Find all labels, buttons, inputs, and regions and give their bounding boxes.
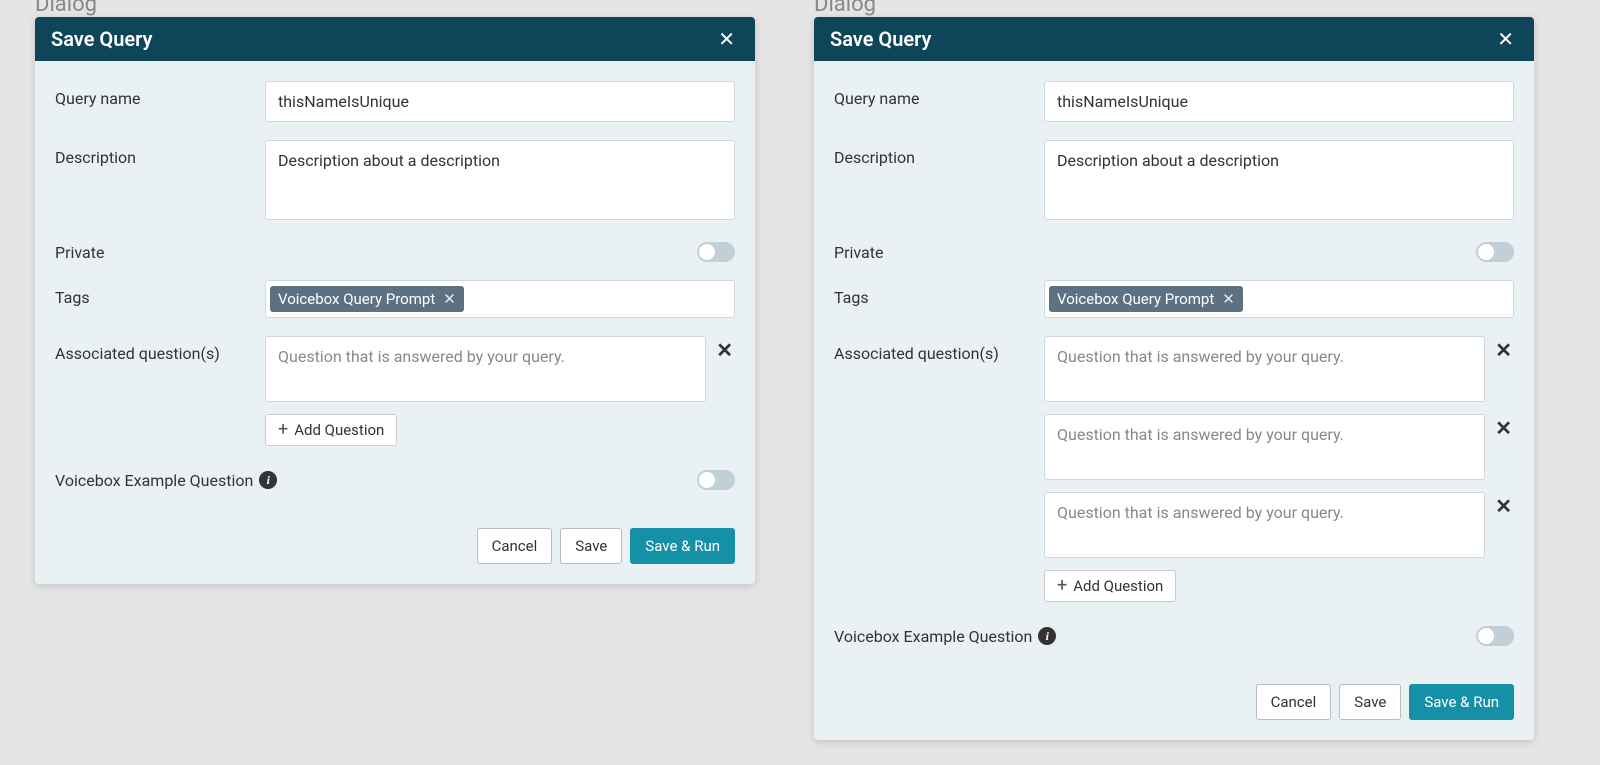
voicebox-row: Voicebox Example Question i <box>55 470 735 490</box>
query-name-label: Query name <box>55 81 265 108</box>
plus-icon: + <box>1057 577 1067 595</box>
voicebox-toggle[interactable] <box>697 470 735 490</box>
tag-label: Voicebox Query Prompt <box>1057 290 1214 308</box>
voicebox-label-wrap: Voicebox Example Question i <box>834 627 1056 646</box>
question-input[interactable] <box>265 336 706 402</box>
question-input[interactable] <box>1044 492 1485 558</box>
plus-icon: + <box>278 421 288 439</box>
tag-remove-icon[interactable]: ✕ <box>1222 292 1235 307</box>
tags-label: Tags <box>55 280 265 307</box>
associated-questions-label: Associated question(s) <box>55 336 265 363</box>
save-button[interactable]: Save <box>560 528 622 564</box>
add-question-button[interactable]: + Add Question <box>265 414 397 446</box>
description-row: Description <box>55 140 735 224</box>
description-label: Description <box>834 140 1044 167</box>
close-icon[interactable]: ✕ <box>1493 29 1518 49</box>
private-toggle[interactable] <box>1476 242 1514 262</box>
tags-label: Tags <box>834 280 1044 307</box>
question-remove-icon[interactable]: ✕ <box>1493 414 1514 442</box>
voicebox-label-wrap: Voicebox Example Question i <box>55 471 277 490</box>
private-toggle[interactable] <box>697 242 735 262</box>
query-name-input[interactable] <box>1044 81 1514 122</box>
question-remove-icon[interactable]: ✕ <box>714 336 735 364</box>
close-icon[interactable]: ✕ <box>714 29 739 49</box>
question-row: ✕ <box>1044 414 1514 480</box>
associated-questions-row: Associated question(s) ✕ ✕ ✕ + Add Quest… <box>834 336 1514 602</box>
dialog-header: Save Query ✕ <box>35 17 755 61</box>
tags-row: Tags Voicebox Query Prompt ✕ <box>834 280 1514 318</box>
dialog-footer: Cancel Save Save & Run <box>814 684 1534 740</box>
voicebox-row: Voicebox Example Question i <box>834 626 1514 646</box>
dialog-body: Query name Description Private Tags Voic… <box>35 61 755 528</box>
save-query-dialog: Save Query ✕ Query name Description Priv… <box>814 17 1534 740</box>
cancel-button[interactable]: Cancel <box>1256 684 1332 720</box>
private-row: Private <box>55 242 735 262</box>
cancel-button[interactable]: Cancel <box>477 528 553 564</box>
dialog-title: Save Query <box>830 27 931 51</box>
save-button[interactable]: Save <box>1339 684 1401 720</box>
tags-input[interactable]: Voicebox Query Prompt ✕ <box>1044 280 1514 318</box>
voicebox-label: Voicebox Example Question <box>55 471 253 490</box>
page-label: Dialog <box>35 0 97 17</box>
question-row: ✕ <box>1044 492 1514 558</box>
add-question-button[interactable]: + Add Question <box>1044 570 1176 602</box>
question-row: ✕ <box>1044 336 1514 402</box>
save-run-button[interactable]: Save & Run <box>1409 684 1514 720</box>
dialog-body: Query name Description Private Tags Voic… <box>814 61 1534 684</box>
tag-chip: Voicebox Query Prompt ✕ <box>270 286 464 312</box>
private-label: Private <box>834 243 1044 262</box>
associated-questions-row: Associated question(s) ✕ + Add Question <box>55 336 735 446</box>
question-input[interactable] <box>1044 414 1485 480</box>
add-question-label: Add Question <box>294 421 384 439</box>
info-icon[interactable]: i <box>259 471 277 489</box>
private-row: Private <box>834 242 1514 262</box>
voicebox-toggle[interactable] <box>1476 626 1514 646</box>
voicebox-label: Voicebox Example Question <box>834 627 1032 646</box>
private-label: Private <box>55 243 265 262</box>
tags-input[interactable]: Voicebox Query Prompt ✕ <box>265 280 735 318</box>
query-name-label: Query name <box>834 81 1044 108</box>
question-row: ✕ <box>265 336 735 402</box>
tag-chip: Voicebox Query Prompt ✕ <box>1049 286 1243 312</box>
description-row: Description <box>834 140 1514 224</box>
tags-row: Tags Voicebox Query Prompt ✕ <box>55 280 735 318</box>
dialog-header: Save Query ✕ <box>814 17 1534 61</box>
query-name-row: Query name <box>55 81 735 122</box>
tag-remove-icon[interactable]: ✕ <box>443 292 456 307</box>
question-remove-icon[interactable]: ✕ <box>1493 492 1514 520</box>
description-input[interactable] <box>1044 140 1514 220</box>
associated-questions-label: Associated question(s) <box>834 336 1044 363</box>
description-label: Description <box>55 140 265 167</box>
page-label: Dialog <box>814 0 876 17</box>
query-name-row: Query name <box>834 81 1514 122</box>
save-query-dialog: Save Query ✕ Query name Description Priv… <box>35 17 755 584</box>
question-remove-icon[interactable]: ✕ <box>1493 336 1514 364</box>
dialog-title: Save Query <box>51 27 152 51</box>
add-question-label: Add Question <box>1073 577 1163 595</box>
save-run-button[interactable]: Save & Run <box>630 528 735 564</box>
query-name-input[interactable] <box>265 81 735 122</box>
tag-label: Voicebox Query Prompt <box>278 290 435 308</box>
dialog-footer: Cancel Save Save & Run <box>35 528 755 584</box>
info-icon[interactable]: i <box>1038 627 1056 645</box>
description-input[interactable] <box>265 140 735 220</box>
question-input[interactable] <box>1044 336 1485 402</box>
